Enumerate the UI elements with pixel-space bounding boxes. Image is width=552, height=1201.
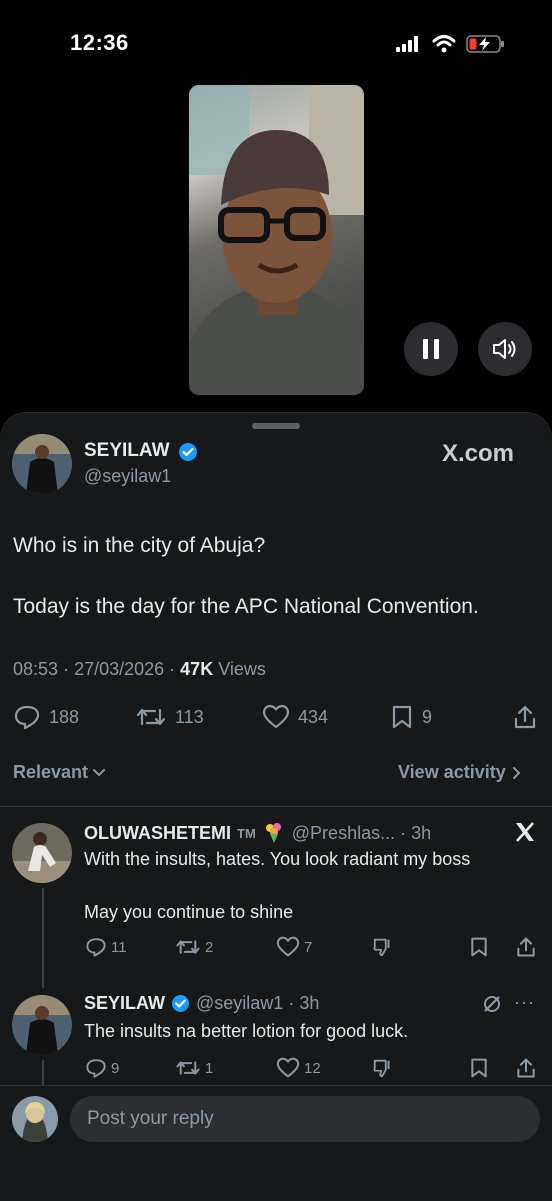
video-player[interactable]: [189, 85, 364, 395]
share-icon[interactable]: [515, 936, 537, 958]
tm-label: TM: [237, 825, 256, 841]
reply-action[interactable]: 11: [85, 936, 127, 958]
like-count: 434: [298, 706, 329, 727]
reply-filter-dropdown[interactable]: Relevant: [13, 762, 106, 783]
thread-line: [42, 888, 44, 988]
chevron-down-icon: [93, 768, 106, 776]
reply-action[interactable]: 188: [13, 704, 79, 730]
view-activity-label: View activity: [398, 762, 506, 782]
author-handle[interactable]: @seyilaw1: [84, 466, 171, 487]
reply-text-line1: The insults na better lotion for good lu…: [84, 1021, 409, 1041]
repost-icon: [176, 940, 200, 954]
filter-label: Relevant: [13, 762, 89, 782]
share-icon[interactable]: [512, 704, 538, 730]
reply-count: 188: [49, 706, 80, 727]
like-count: 12: [304, 1059, 321, 1077]
bookmark-icon[interactable]: [469, 936, 489, 958]
status-time: 12:36: [70, 30, 129, 55]
view-activity-link[interactable]: View activity: [398, 762, 522, 783]
reply-handle-time[interactable]: @Preshlas... · 3h: [292, 823, 431, 844]
verified-badge-icon: [171, 994, 190, 1013]
tweet-date: 27/03/2026: [74, 659, 165, 679]
more-options-icon[interactable]: ···: [514, 992, 535, 1013]
share-icon[interactable]: [515, 1057, 537, 1079]
repost-count: 2: [205, 938, 214, 956]
repost-icon: [136, 708, 166, 726]
reply-header: OLUWASHETEMI TM @Preshlas... · 3h: [84, 821, 431, 845]
repost-action[interactable]: 2: [175, 936, 213, 958]
dislike-icon[interactable]: [372, 936, 394, 958]
meta-separator: ·: [169, 659, 181, 679]
reply-count: 9: [111, 1059, 120, 1077]
repost-action[interactable]: 113: [135, 704, 204, 730]
tweet-meta: 08:53 · 27/03/2026 · 47K Views: [13, 659, 266, 680]
battery-charging-icon: [466, 35, 504, 53]
x-com-logo[interactable]: X.com: [442, 440, 514, 468]
reply-count: 11: [111, 938, 127, 956]
avatar-image: [12, 995, 72, 1055]
volume-button[interactable]: [478, 322, 532, 376]
reply-author-name[interactable]: OLUWASHETEMI: [84, 823, 231, 844]
views-label: Views: [218, 659, 266, 679]
video-frame: [189, 85, 364, 395]
chevron-right-icon: [512, 766, 521, 779]
views-count[interactable]: 47K: [180, 659, 213, 679]
bookmark-icon[interactable]: [469, 1057, 489, 1079]
reply-action[interactable]: 9: [85, 1057, 119, 1079]
thread-line: [42, 1060, 44, 1085]
reply-handle-time[interactable]: @seyilaw1 · 3h: [196, 993, 319, 1014]
avatar-image: [12, 434, 72, 494]
bookmark-action[interactable]: 9: [390, 704, 432, 730]
reply-icon: [86, 938, 106, 957]
reply-avatar[interactable]: [12, 995, 72, 1055]
like-action[interactable]: 7: [276, 936, 312, 958]
bouquet-emoji-icon: [265, 823, 281, 843]
wifi-icon: [432, 35, 456, 53]
heart-icon: [276, 936, 300, 957]
author-name[interactable]: SEYILAW: [84, 440, 170, 462]
like-count: 7: [304, 938, 313, 956]
heart-icon: [276, 1057, 300, 1078]
dislike-icon[interactable]: [372, 1057, 394, 1079]
avatar-image: [12, 1096, 58, 1142]
tweet-text-line1: Who is in the city of Abuja?: [13, 534, 266, 557]
reply-avatar[interactable]: [12, 823, 72, 883]
bookmark-icon: [392, 705, 412, 729]
speaker-icon: [493, 339, 516, 359]
reply-icon: [86, 1059, 106, 1078]
reply-text-line2: May you continue to shine: [84, 902, 294, 922]
grok-icon[interactable]: [481, 993, 503, 1015]
cellular-signal-icon: [396, 36, 418, 52]
repost-action[interactable]: 1: [175, 1057, 213, 1079]
like-action[interactable]: 434: [262, 704, 328, 730]
x-logo-icon: [516, 822, 534, 842]
author-avatar[interactable]: [12, 434, 72, 494]
avatar-image: [12, 823, 72, 883]
tweet-text-line2: Today is the day for the APC National Co…: [13, 595, 479, 618]
reply-author-name[interactable]: SEYILAW: [84, 993, 165, 1014]
tweet-time: 08:53: [13, 659, 59, 679]
reply-icon: [14, 705, 40, 730]
reply-header: SEYILAW @seyilaw1 · 3h: [84, 993, 319, 1014]
like-action[interactable]: 12: [276, 1057, 321, 1079]
divider: [0, 806, 552, 807]
pause-icon: [423, 339, 439, 359]
repost-count: 113: [175, 706, 204, 727]
repost-count: 1: [205, 1059, 214, 1077]
bookmark-count: 9: [422, 706, 433, 727]
verified-badge-icon: [179, 443, 197, 461]
current-user-avatar[interactable]: [12, 1096, 58, 1142]
heart-icon: [262, 704, 290, 729]
sheet-drag-handle[interactable]: [252, 423, 300, 429]
meta-separator: ·: [63, 659, 75, 679]
pause-button[interactable]: [404, 322, 458, 376]
reply-text-line1: With the insults, hates. You look radian…: [84, 849, 471, 869]
reply-input[interactable]: Post your reply: [70, 1096, 540, 1142]
repost-icon: [176, 1061, 200, 1075]
